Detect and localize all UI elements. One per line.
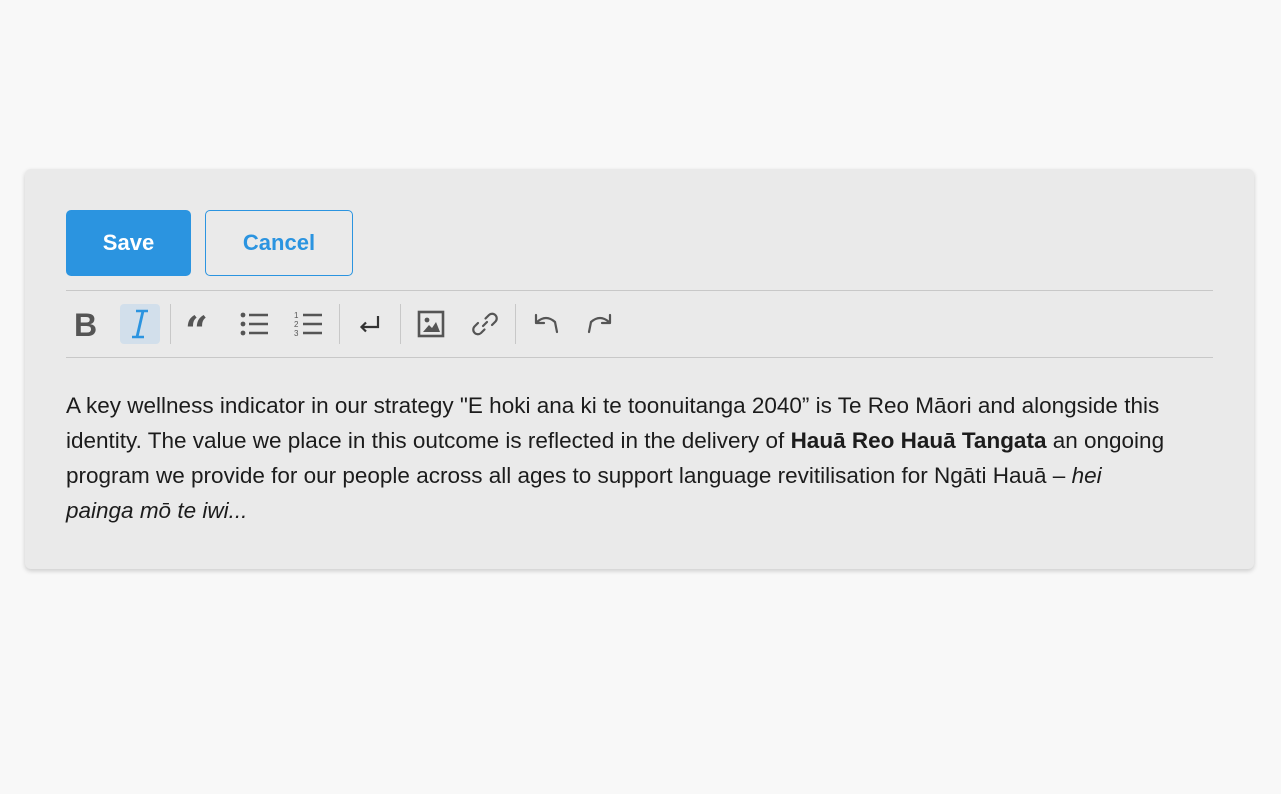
link-button[interactable] [465,304,505,344]
undo-button[interactable] [526,304,566,344]
return-icon [359,316,380,333]
bullet-list-button[interactable] [235,304,275,344]
bold-button[interactable]: B [66,304,106,344]
save-button[interactable]: Save [66,210,191,276]
svg-text:1: 1 [294,311,299,320]
bullet-list-icon [240,312,268,336]
cancel-button[interactable]: Cancel [205,210,353,276]
svg-text:“: “ [185,311,208,337]
toolbar-separator [339,304,340,344]
ordered-list-icon: 1 2 3 [294,311,322,338]
formatting-toolbar: B “ 1 2 3 [66,290,1213,358]
redo-button[interactable] [580,304,620,344]
svg-text:B: B [74,309,97,339]
blockquote-button[interactable]: “ [181,304,221,344]
quote-icon: “ [185,311,208,337]
editor-actions: Save Cancel [66,210,1213,276]
link-icon [472,312,498,336]
italic-icon [132,309,148,339]
toolbar-separator [515,304,516,344]
editor-card: Save Cancel B “ 1 2 3 A key wellness ind… [25,169,1254,569]
toolbar-separator [170,304,171,344]
svg-text:2: 2 [294,320,299,329]
hard-break-button[interactable] [350,304,390,344]
redo-icon [587,313,612,334]
image-button[interactable] [411,304,451,344]
content-bold-text: Hauā Reo Hauā Tangata [790,428,1047,453]
editor-content[interactable]: A key wellness indicator in our strategy… [66,388,1166,528]
svg-text:3: 3 [294,329,299,338]
image-icon [417,310,445,338]
italic-button[interactable] [120,304,160,344]
toolbar-separator [400,304,401,344]
page: Save Cancel B “ 1 2 3 A key wellness ind… [0,0,1281,794]
bold-icon: B [74,309,97,339]
undo-icon [534,313,559,334]
ordered-list-button[interactable]: 1 2 3 [289,304,329,344]
